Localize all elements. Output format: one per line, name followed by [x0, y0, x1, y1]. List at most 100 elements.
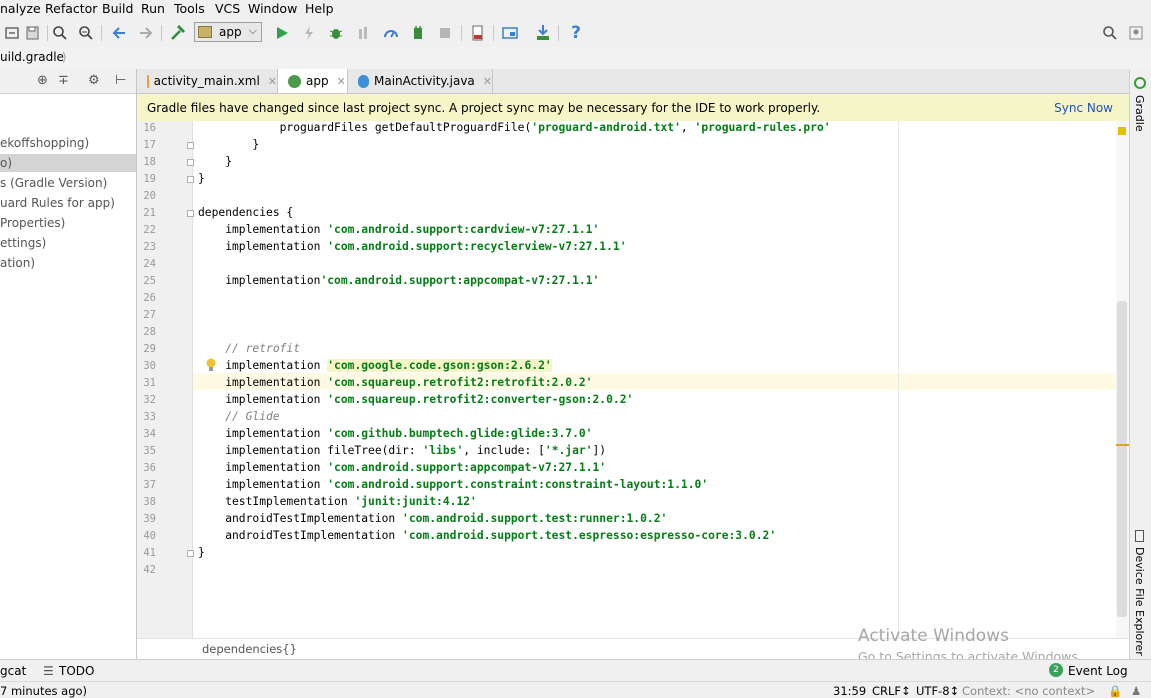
- banner-message: Gradle files have changed since last pro…: [147, 101, 821, 115]
- collapse-all-icon[interactable]: ∓: [58, 73, 69, 88]
- avd-manager-icon[interactable]: [468, 23, 488, 43]
- stop-icon[interactable]: [435, 23, 455, 43]
- line-number: 37: [143, 479, 156, 491]
- device-file-explorer-tool-button[interactable]: Device File Explorer: [1133, 547, 1146, 656]
- save-all-icon[interactable]: [23, 23, 43, 43]
- back-arrow-icon[interactable]: [109, 23, 129, 43]
- vertical-scrollbar[interactable]: [1116, 121, 1129, 638]
- lightbulb-icon[interactable]: [205, 358, 217, 372]
- status-message[interactable]: 7 minutes ago): [0, 684, 87, 698]
- line-separator[interactable]: CRLF↕: [872, 684, 911, 698]
- tree-item[interactable]: ation): [0, 256, 35, 270]
- run-play-icon[interactable]: [272, 23, 292, 43]
- logcat-tool-button[interactable]: gcat: [0, 664, 26, 678]
- line-number: 41: [143, 547, 156, 559]
- tab-activity-main-xml[interactable]: activity_main.xml ✕: [137, 69, 278, 93]
- code-editor[interactable]: 16 17 18 19 20 21 22 23 24 25 26 27 28 29 30 31 32 33 34 35…: [137, 121, 1129, 638]
- main-toolbar: app ⌵ ?: [0, 19, 1151, 48]
- tree-item[interactable]: s (Gradle Version): [0, 176, 107, 190]
- tree-item[interactable]: Properties): [0, 216, 65, 230]
- line-number: 29: [143, 343, 156, 355]
- project-structure-icon[interactable]: [500, 23, 520, 43]
- line-number: 16: [143, 122, 156, 134]
- tree-item[interactable]: ekoffshopping): [0, 136, 89, 150]
- menu-tools[interactable]: Tools: [174, 1, 205, 17]
- sync-project-icon[interactable]: [2, 23, 22, 43]
- tab-app[interactable]: app ✕: [278, 69, 348, 93]
- gradle-elephant-icon[interactable]: [1134, 77, 1146, 89]
- device-icon[interactable]: [1135, 530, 1144, 542]
- gradle-sync-banner: Gradle files have changed since last pro…: [137, 94, 1129, 122]
- hide-panel-icon[interactable]: ⊢: [115, 73, 126, 88]
- line-number: 23: [143, 241, 156, 253]
- tab-mainactivity-java[interactable]: MainActivity.java ✕: [348, 69, 493, 93]
- line-number-gutter: 16 17 18 19 20 21 22 23 24 25 26 27 28 29 30 31 32 33 34 35…: [137, 121, 193, 638]
- code-line-40: androidTestImplementation 'com.android.s…: [198, 529, 777, 542]
- code-line-32: implementation 'com.squareup.retrofit2:c…: [198, 393, 634, 406]
- run-configuration-label: app: [219, 25, 242, 39]
- gear-icon[interactable]: ⚙: [88, 73, 100, 88]
- run-configuration-dropdown[interactable]: app ⌵: [194, 22, 262, 42]
- code-line-34: implementation 'com.github.bumptech.glid…: [198, 427, 593, 440]
- sync-now-link[interactable]: Sync Now: [1054, 101, 1113, 115]
- line-number: 22: [143, 224, 156, 236]
- scroll-thumb[interactable]: [1117, 301, 1127, 617]
- lock-icon[interactable]: 🔒: [1108, 684, 1122, 698]
- line-number: 26: [143, 292, 156, 304]
- tree-item[interactable]: ettings): [0, 236, 46, 250]
- tree-item[interactable]: uard Rules for app): [0, 196, 115, 210]
- fold-marker-icon[interactable]: [187, 142, 194, 149]
- forward-arrow-icon[interactable]: [136, 23, 156, 43]
- make-project-hammer-icon[interactable]: [168, 23, 188, 43]
- fold-marker-icon[interactable]: [187, 176, 194, 183]
- event-log-tool-button[interactable]: Event Log: [1068, 664, 1128, 678]
- error-stripe-marker[interactable]: [1116, 444, 1129, 446]
- code-line-22: implementation 'com.android.support:card…: [198, 223, 600, 236]
- help-question-icon[interactable]: ?: [566, 23, 586, 43]
- tree-item-selected[interactable]: o): [0, 154, 136, 172]
- warning-marker-icon[interactable]: [1118, 127, 1126, 135]
- project-panel: ⊕ ∓ ⚙ ⊢ ekoffshopping) o) s (Gradle Vers…: [0, 69, 137, 659]
- gradle-tool-button[interactable]: Gradle: [1133, 95, 1146, 132]
- code-line-39: androidTestImplementation 'com.android.s…: [198, 512, 668, 525]
- line-number: 31: [143, 377, 156, 389]
- todo-tool-button[interactable]: TODO: [59, 664, 94, 678]
- attach-process-icon[interactable]: [408, 23, 428, 43]
- line-number: 18: [143, 156, 156, 168]
- file-encoding[interactable]: UTF-8↕: [916, 684, 959, 698]
- menu-analyze[interactable]: nalyze: [0, 1, 41, 17]
- menu-vcs[interactable]: VCS: [215, 1, 240, 17]
- code-line-35: implementation fileTree(dir: 'libs', inc…: [198, 444, 607, 457]
- menu-window[interactable]: Window: [248, 1, 297, 17]
- sdk-manager-icon[interactable]: [533, 23, 553, 43]
- profile-icon[interactable]: [381, 23, 401, 43]
- right-tool-stripe: Gradle Device File Explorer: [1129, 69, 1151, 659]
- apply-changes-icon[interactable]: [299, 23, 319, 43]
- find-icon[interactable]: [50, 23, 70, 43]
- menu-help[interactable]: Help: [305, 1, 334, 17]
- replace-icon[interactable]: [76, 23, 96, 43]
- fold-marker-icon[interactable]: [187, 159, 194, 166]
- close-icon[interactable]: ✕: [337, 75, 346, 88]
- close-icon[interactable]: ✕: [483, 75, 492, 88]
- attach-debugger-icon[interactable]: [354, 23, 374, 43]
- menu-build[interactable]: Build: [102, 1, 133, 17]
- locate-target-icon[interactable]: ⊕: [37, 73, 48, 88]
- caret-position[interactable]: 31:59: [833, 684, 866, 698]
- fold-marker-icon[interactable]: [187, 550, 194, 557]
- search-everywhere-icon[interactable]: [1100, 23, 1120, 43]
- line-number: 17: [143, 139, 156, 151]
- line-number: 21: [143, 207, 156, 219]
- menu-refactor[interactable]: Refactor: [45, 1, 97, 17]
- breadcrumb-file[interactable]: uild.gradle: [0, 50, 64, 64]
- code-line-38: testImplementation 'junit:junit:4.12': [198, 495, 477, 508]
- user-account-icon[interactable]: [1126, 23, 1146, 43]
- debug-bug-icon[interactable]: [326, 23, 346, 43]
- line-number: 36: [143, 462, 156, 474]
- menu-run[interactable]: Run: [141, 1, 165, 17]
- inspector-icon[interactable]: ♟: [1131, 684, 1141, 698]
- fold-marker-icon[interactable]: [187, 210, 194, 217]
- breadcrumb-dependencies[interactable]: dependencies{}: [202, 642, 297, 656]
- close-icon[interactable]: ✕: [268, 75, 277, 88]
- line-number: 40: [143, 530, 156, 542]
